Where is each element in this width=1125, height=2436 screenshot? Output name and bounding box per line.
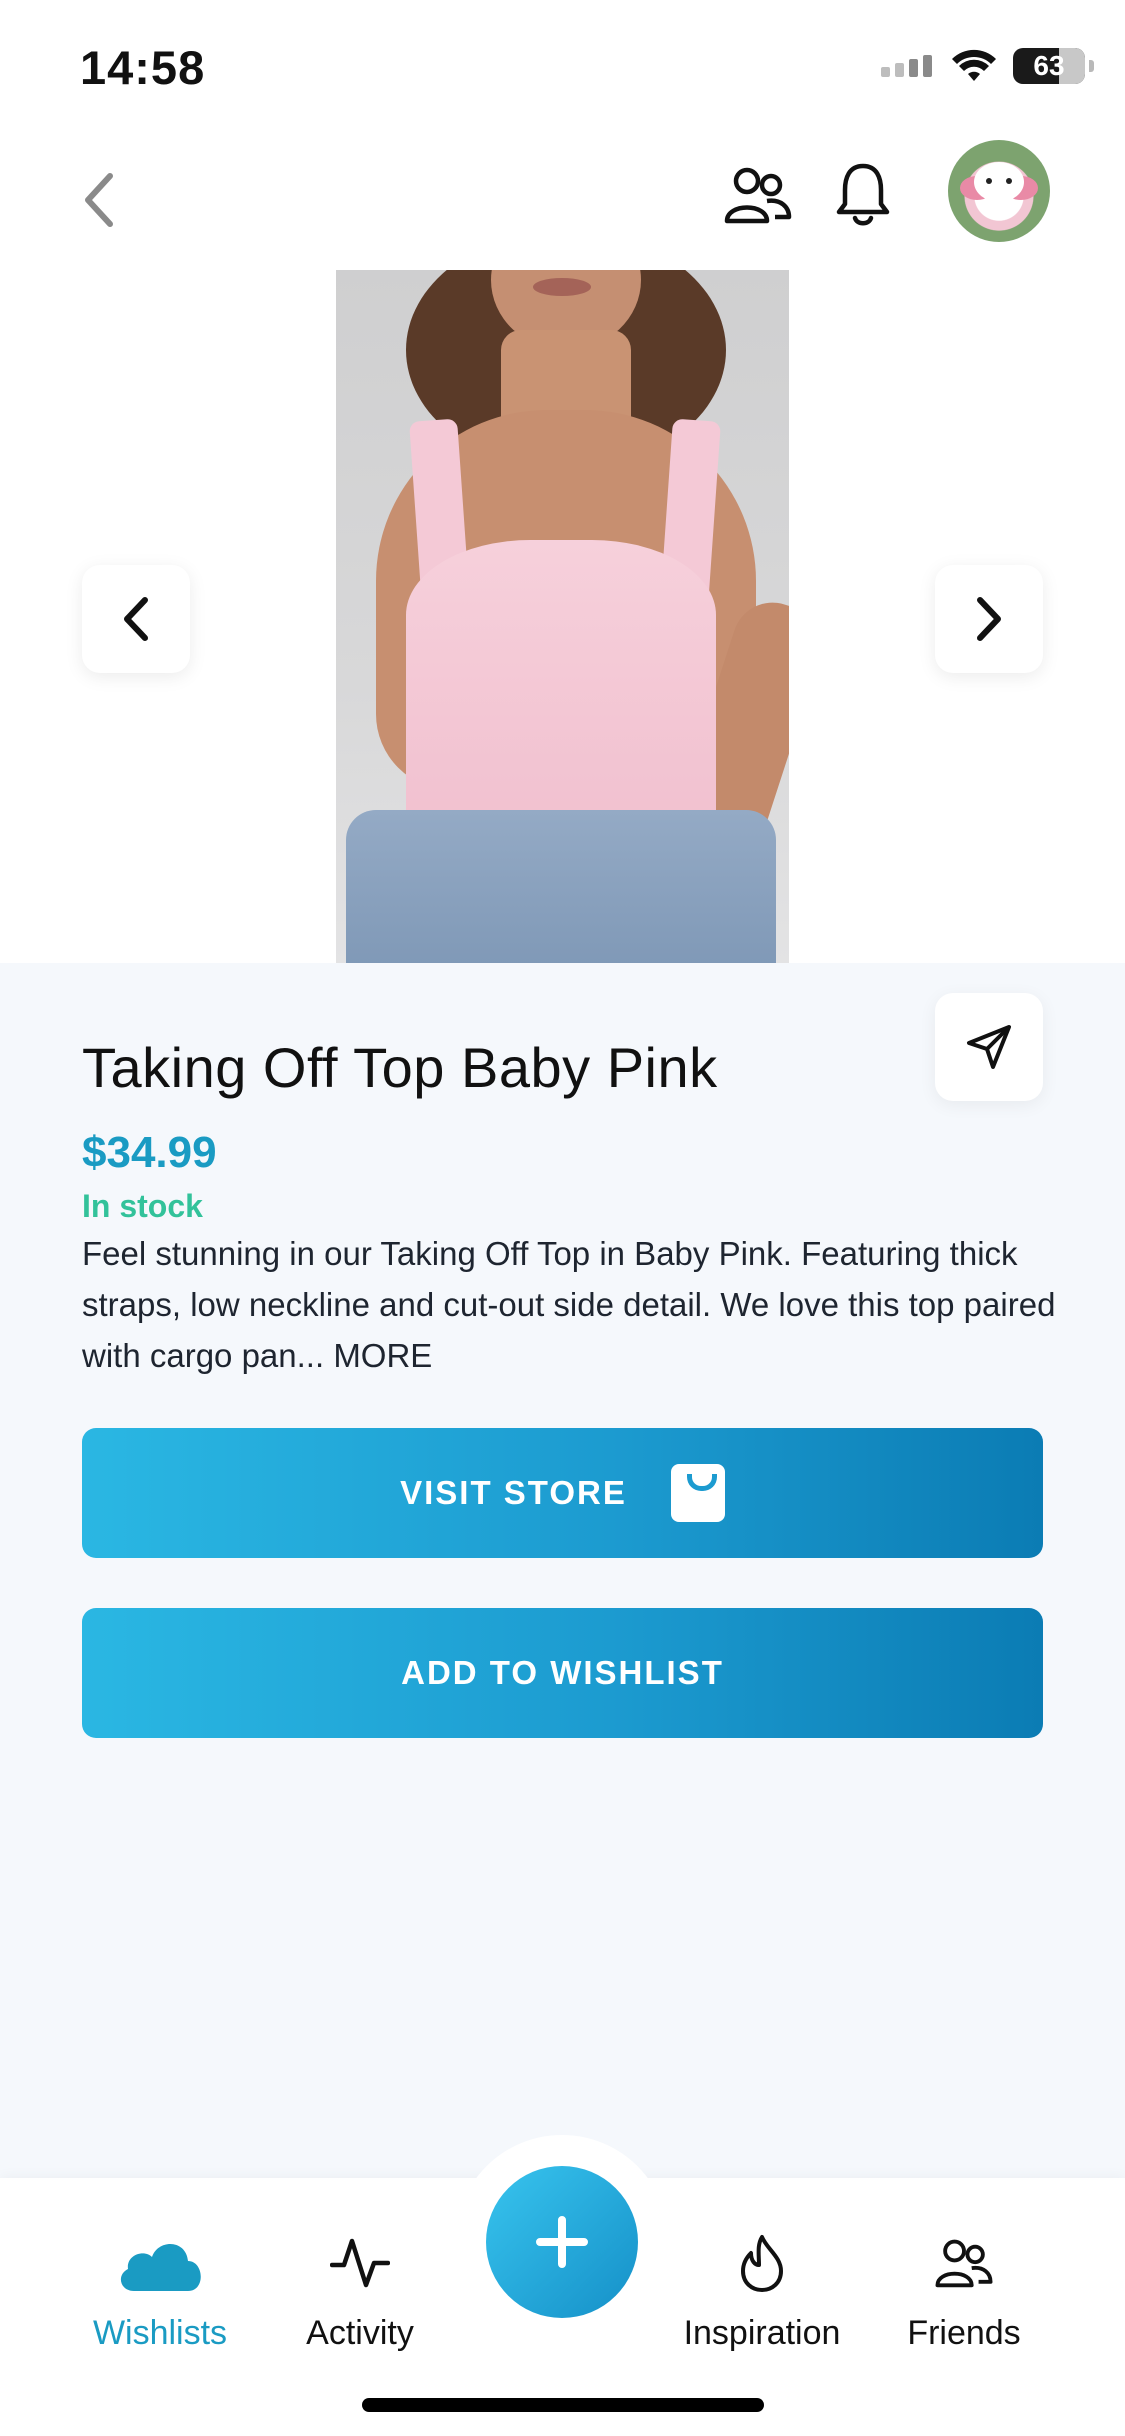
cloud-icon: [120, 2243, 201, 2291]
more-link[interactable]: MORE: [333, 1337, 432, 1374]
product-description: Feel stunning in our Taking Off Top in B…: [82, 1228, 1062, 1381]
share-button[interactable]: [935, 993, 1043, 1101]
nav-item-inspiration[interactable]: Inspiration: [662, 2228, 862, 2353]
people-icon: [724, 167, 792, 224]
back-button[interactable]: [60, 160, 140, 240]
avatar[interactable]: [948, 140, 1050, 242]
notifications-button[interactable]: [823, 155, 903, 235]
chevron-left-icon: [124, 597, 148, 641]
nav-label-friends: Friends: [907, 2314, 1021, 2352]
battery-indicator: 63: [1013, 48, 1094, 84]
status-icons: 63: [881, 48, 1094, 84]
home-indicator: [362, 2398, 764, 2412]
plus-icon: [536, 2216, 588, 2268]
wifi-icon: [952, 49, 996, 81]
activity-icon: [330, 2238, 390, 2288]
signal-icon: [881, 55, 932, 77]
status-time: 14:58: [80, 41, 206, 94]
stock-status: In stock: [82, 1188, 203, 1224]
previous-image-button[interactable]: [82, 565, 190, 673]
send-icon: [967, 1025, 1011, 1069]
bell-icon: [836, 163, 890, 226]
nav-item-activity[interactable]: Activity: [260, 2228, 460, 2353]
chevron-right-icon: [977, 597, 1001, 641]
shopping-bag-icon: [670, 1464, 725, 1522]
friends-header-button[interactable]: [718, 155, 798, 235]
visit-store-label: VISIT STORE: [400, 1474, 627, 1511]
friends-icon: [935, 2239, 993, 2288]
nav-item-wishlists[interactable]: Wishlists: [60, 2228, 260, 2353]
add-button[interactable]: [486, 2166, 638, 2318]
product-details: Taking Off Top Baby Pink $34.99 In stock…: [0, 963, 1125, 2178]
nav-label-activity: Activity: [306, 2314, 414, 2352]
product-detail-screen: 14:58 63 Taking Off Top Baby Pink $34.99…: [0, 0, 1125, 2436]
nav-label-inspiration: Inspiration: [683, 2314, 841, 2352]
visit-store-button[interactable]: VISIT STORE: [82, 1428, 1043, 1558]
flame-icon: [741, 2235, 783, 2292]
add-to-wishlist-label: ADD TO WISHLIST: [401, 1654, 724, 1691]
add-to-wishlist-button[interactable]: ADD TO WISHLIST: [82, 1608, 1043, 1738]
product-image: [336, 270, 789, 963]
nav-label-wishlists: Wishlists: [92, 2314, 228, 2352]
product-price: $34.99: [82, 1128, 217, 1177]
product-title: Taking Off Top Baby Pink: [82, 1036, 718, 1099]
nav-item-friends[interactable]: Friends: [864, 2228, 1064, 2353]
battery-level: 63: [1033, 50, 1065, 81]
description-text: Feel stunning in our Taking Off Top in B…: [82, 1235, 1056, 1374]
chevron-left-icon: [85, 173, 113, 227]
next-image-button[interactable]: [935, 565, 1043, 673]
